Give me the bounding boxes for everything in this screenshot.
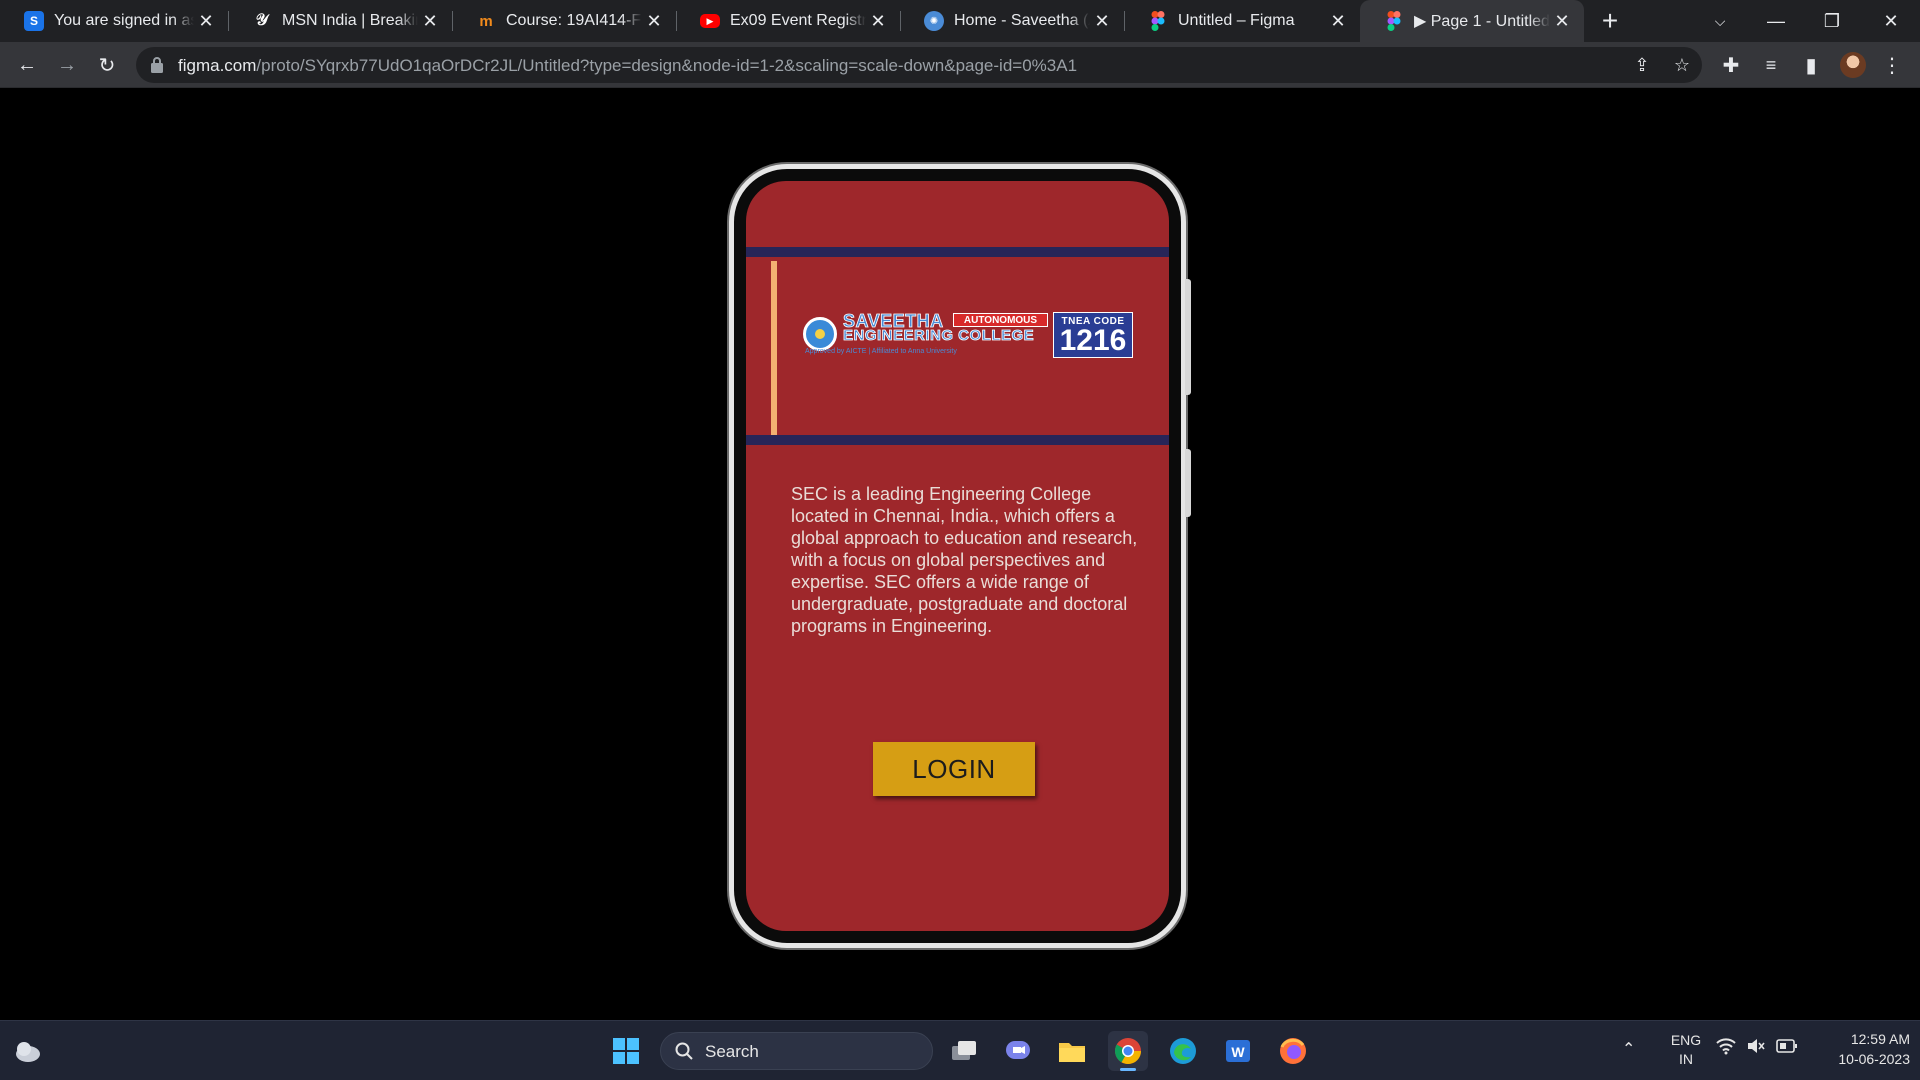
file-explorer-icon[interactable]: [1052, 1031, 1092, 1071]
forward-icon[interactable]: →: [51, 49, 83, 81]
tnea-code: 1216: [1059, 324, 1127, 357]
close-icon[interactable]: ✕: [1090, 9, 1114, 33]
msn-icon: 𝒴: [255, 12, 269, 29]
start-icon[interactable]: [606, 1031, 646, 1071]
restore-icon[interactable]: ❐: [1804, 0, 1860, 42]
browser-toolbar: ← → ↻ figma.com/proto/SYqrxb77UdO1qaOrDC…: [0, 42, 1920, 88]
figma-icon: [1384, 11, 1404, 31]
college-logo: SAVEETHA ENGINEERING COLLEGE Approved by…: [803, 311, 1133, 361]
tab-msn[interactable]: 𝒴 MSN India | Breaking ✕: [228, 0, 452, 42]
logo-tagline: Approved by AICTE | Affiliated to Anna U…: [805, 348, 957, 355]
clock-date: 10-06-2023: [1838, 1051, 1910, 1067]
share-icon[interactable]: ⇪: [1628, 51, 1656, 79]
close-icon[interactable]: ✕: [642, 9, 666, 33]
phone-frame: SAVEETHA ENGINEERING COLLEGE Approved by…: [729, 164, 1191, 948]
tab-youtube[interactable]: ▶ Ex09 Event Registratic ✕: [676, 0, 900, 42]
tab-title: ▶ Page 1 - Untitled: [1414, 13, 1550, 30]
back-icon[interactable]: ←: [11, 49, 43, 81]
saveetha-icon: ✺: [924, 11, 944, 31]
chrome-icon[interactable]: [1108, 1031, 1148, 1071]
search-icon: [675, 1042, 693, 1060]
youtube-icon: ▶: [700, 14, 720, 28]
tab-signed-in[interactable]: S You are signed in as 2 ✕: [0, 0, 228, 42]
close-icon[interactable]: ✕: [1326, 9, 1350, 33]
figma-icon: [1148, 11, 1168, 31]
address-bar[interactable]: figma.com/proto/SYqrxb77UdO1qaOrDCr2JL/U…: [136, 47, 1702, 83]
close-icon[interactable]: ✕: [418, 9, 442, 33]
region-label: IN: [1679, 1051, 1693, 1067]
bookmark-star-icon[interactable]: ☆: [1668, 51, 1696, 79]
taskbar-search[interactable]: Search: [660, 1032, 933, 1070]
clock-time: 12:59 AM: [1850, 1031, 1910, 1047]
tab-title: Untitled – Figma: [1178, 12, 1295, 29]
college-emblem-icon: [803, 317, 837, 351]
language-label: ENG: [1670, 1032, 1702, 1048]
windows-taskbar: Search W ⌃ ENG IN 12:59 AM 10-06-2023: [0, 1020, 1920, 1080]
tab-title: MSN India | Breaking: [282, 12, 418, 29]
s-badge-icon: S: [24, 11, 44, 31]
weather-icon[interactable]: [8, 1031, 48, 1071]
battery-icon[interactable]: [1776, 1038, 1798, 1058]
active-indicator: [1120, 1068, 1136, 1071]
minimize-icon[interactable]: —: [1748, 0, 1804, 42]
firefox-icon[interactable]: [1273, 1031, 1313, 1071]
url-path: /proto/SYqrxb77UdO1qaOrDCr2JL/Untitled?t…: [256, 56, 1078, 75]
close-icon[interactable]: ✕: [866, 9, 890, 33]
tnea-code-badge: TNEA CODE 1216: [1053, 312, 1133, 358]
close-icon[interactable]: ✕: [194, 9, 218, 33]
clock[interactable]: 12:59 AM 10-06-2023: [1806, 1029, 1910, 1069]
phone-screen: SAVEETHA ENGINEERING COLLEGE Approved by…: [746, 181, 1169, 931]
reload-icon[interactable]: ↻: [91, 49, 123, 81]
tab-strip: S You are signed in as 2 ✕ 𝒴 MSN India |…: [0, 0, 1920, 42]
volume-muted-icon[interactable]: [1746, 1037, 1766, 1059]
tab-figma-file[interactable]: Untitled – Figma ✕: [1124, 0, 1360, 42]
media-queue-icon[interactable]: ≡: [1755, 49, 1787, 81]
teams-chat-icon[interactable]: [998, 1031, 1038, 1071]
college-description: SEC is a leading Engineering College loc…: [791, 484, 1138, 636]
tab-search-icon[interactable]: ⌵: [1692, 0, 1748, 42]
bottom-band: [746, 435, 1169, 445]
close-window-icon[interactable]: ✕: [1862, 0, 1920, 42]
wifi-icon[interactable]: [1716, 1037, 1736, 1059]
word-icon[interactable]: W: [1218, 1031, 1258, 1071]
language-indicator[interactable]: ENG IN: [1666, 1031, 1706, 1069]
tab-title: Ex09 Event Registratic: [730, 12, 866, 29]
extensions-icon[interactable]: ✚: [1715, 49, 1747, 81]
autonomous-badge: AUTONOMOUS: [953, 313, 1048, 327]
phone-side-button: [1185, 279, 1191, 395]
tray-overflow-icon[interactable]: ⌃: [1622, 1039, 1635, 1059]
tab-saveetha[interactable]: ✺ Home - Saveetha (Au ✕: [900, 0, 1124, 42]
logo-name-line2: ENGINEERING COLLEGE: [843, 327, 1035, 345]
task-view-icon[interactable]: [944, 1031, 984, 1071]
tab-title: Home - Saveetha (Au: [954, 12, 1090, 29]
menu-icon[interactable]: ⋮: [1876, 49, 1908, 81]
top-band: [746, 247, 1169, 257]
lock-icon: [151, 57, 163, 73]
tab-figma-prototype[interactable]: ▶ Page 1 - Untitled ✕: [1360, 0, 1584, 42]
tab-title: You are signed in as 2: [54, 12, 194, 29]
close-icon[interactable]: ✕: [1550, 9, 1574, 33]
login-button[interactable]: LOGIN: [873, 742, 1035, 796]
tab-title: Course: 19AI414-Func: [506, 12, 642, 29]
m-logo-icon: m: [479, 12, 493, 30]
avatar[interactable]: [1840, 52, 1866, 78]
search-placeholder: Search: [705, 1042, 759, 1061]
phone-side-button: [1185, 449, 1191, 517]
edge-icon[interactable]: [1163, 1031, 1203, 1071]
url-host: figma.com: [178, 56, 257, 75]
tab-course[interactable]: m Course: 19AI414-Func ✕: [452, 0, 676, 42]
url-text: figma.com/proto/SYqrxb77UdO1qaOrDCr2JL/U…: [178, 56, 1077, 76]
prototype-canvas: SAVEETHA ENGINEERING COLLEGE Approved by…: [0, 88, 1920, 1020]
new-tab-button[interactable]: +: [1596, 7, 1624, 36]
side-panel-icon[interactable]: ▮: [1795, 49, 1827, 81]
svg-text:W: W: [1231, 1044, 1245, 1060]
accent-bar: [771, 261, 777, 435]
